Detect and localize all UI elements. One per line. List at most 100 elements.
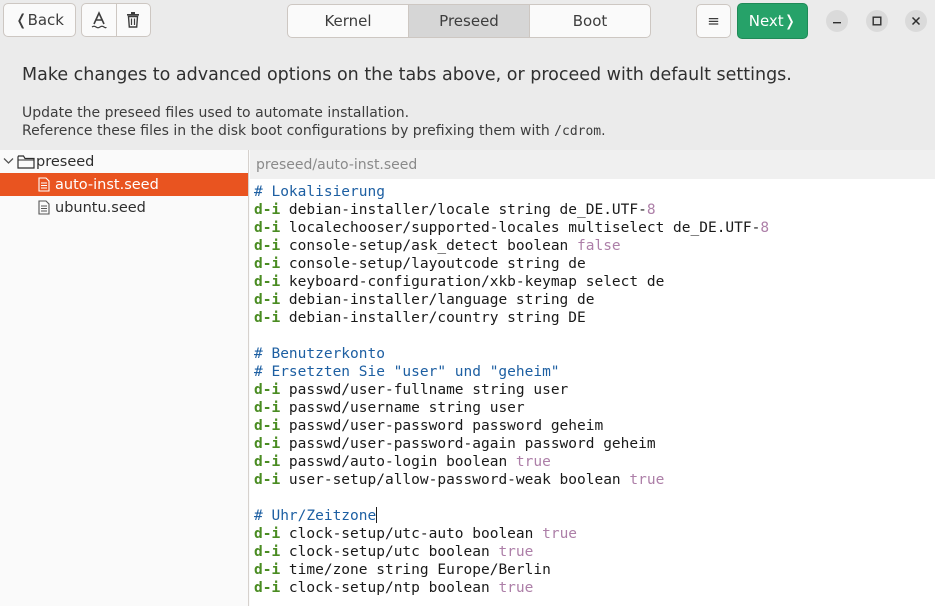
back-button[interactable]: ❬Back (3, 3, 76, 37)
tree-file-label: auto-inst.seed (55, 176, 159, 193)
tree-folder-label: preseed (36, 153, 95, 170)
code-text: clock-setup/ntp boolean (280, 580, 499, 596)
code-keyword: d-i (254, 418, 281, 434)
code-text: clock-setup/utc boolean (280, 544, 499, 560)
back-label: ❬Back (15, 11, 64, 29)
code-line: d-i keyboard-configuration/xkb-keymap se… (254, 273, 769, 291)
code-literal: false (577, 238, 621, 254)
code-text: localechooser/supported-locales multisel… (280, 220, 761, 236)
code-line: # Lokalisierung (254, 183, 769, 201)
code-text: console-setup/layoutcode string de (280, 256, 586, 272)
code-keyword: d-i (254, 292, 281, 308)
code-comment: # Benutzerkonto (254, 346, 385, 362)
code-text: passwd/user-password-again password gehe… (280, 436, 656, 452)
code-text: passwd/auto-login boolean (280, 454, 516, 470)
code-line: d-i user-setup/allow-password-weak boole… (254, 471, 769, 489)
info-panel: Make changes to advanced options on the … (0, 42, 935, 150)
code-keyword: d-i (254, 562, 281, 578)
header-bar: ❬Back Kernel Preseed Boot ≡ Next❭ (0, 0, 935, 42)
editor-text-area[interactable]: # Lokalisierung d-i debian-installer/loca… (254, 183, 769, 597)
code-line: d-i debian-installer/country string DE (254, 309, 769, 327)
code-line: # Ersetzten Sie "user" und "geheim" (254, 363, 769, 381)
text-cursor (376, 507, 378, 523)
delete-button[interactable] (115, 4, 150, 36)
code-text: clock-setup/utc-auto boolean (280, 526, 543, 542)
next-label: Next❭ (748, 12, 797, 30)
code-line: d-i time/zone string Europe/Berlin (254, 561, 769, 579)
code-text: debian-installer/country string DE (280, 310, 586, 326)
code-text: passwd/user-password password geheim (280, 418, 604, 434)
code-text: passwd/username string user (280, 400, 525, 416)
description-line-2-text: Reference these files in the disk boot c… (22, 123, 555, 139)
seed-editor[interactable]: preseed/auto-inst.seed # Lokalisierung d-… (250, 150, 935, 606)
description-line-2-end: . (601, 123, 606, 139)
hamburger-icon: ≡ (707, 12, 720, 30)
code-text: time/zone string Europe/Berlin (280, 562, 551, 578)
code-literal: true (629, 472, 665, 488)
code-text: user-setup/allow-password-weak boolean (280, 472, 630, 488)
code-comment: # Lokalisierung (254, 184, 385, 200)
code-keyword: d-i (254, 436, 281, 452)
description-line-2: Reference these files in the disk boot c… (22, 123, 606, 139)
code-text: debian-installer/locale string de_DE.UTF… (280, 202, 647, 218)
close-icon (911, 16, 921, 26)
trash-icon (127, 12, 140, 28)
tree-file-ubuntu[interactable]: ubuntu.seed (0, 196, 248, 219)
code-keyword: d-i (254, 310, 281, 326)
description-line-1: Update the preseed files used to automat… (22, 105, 410, 121)
close-button[interactable] (905, 10, 927, 32)
cdrom-path: /cdrom (554, 124, 602, 139)
tab-preseed[interactable]: Preseed (408, 5, 529, 37)
code-line: d-i debian-installer/locale string de_DE… (254, 201, 769, 219)
code-keyword: d-i (254, 220, 281, 236)
file-tree: preseed auto-inst.seed ubuntu.seed (0, 150, 249, 606)
minimize-button[interactable] (826, 10, 848, 32)
file-icon (38, 200, 50, 215)
code-keyword: d-i (254, 454, 281, 470)
page-headline: Make changes to advanced options on the … (22, 65, 792, 85)
folder-icon (17, 154, 35, 169)
menu-button[interactable]: ≡ (696, 4, 731, 38)
tab-boot[interactable]: Boot (529, 5, 650, 37)
chevron-down-icon[interactable] (3, 155, 17, 168)
code-keyword: d-i (254, 400, 281, 416)
code-keyword: d-i (254, 526, 281, 542)
code-literal: true (498, 544, 534, 560)
code-text: console-setup/ask_detect boolean (280, 238, 578, 254)
editor-file-path: preseed/auto-inst.seed (250, 150, 935, 179)
code-literal: true (515, 454, 551, 470)
code-keyword: d-i (254, 580, 281, 596)
code-keyword: d-i (254, 382, 281, 398)
code-line: d-i passwd/user-fullname string user (254, 381, 769, 399)
code-line: # Benutzerkonto (254, 345, 769, 363)
tab-preseed-label: Preseed (439, 12, 499, 30)
code-line: d-i console-setup/ask_detect boolean fal… (254, 237, 769, 255)
file-icon (38, 177, 50, 192)
code-keyword: d-i (254, 202, 281, 218)
code-keyword: d-i (254, 238, 281, 254)
code-literal: 8 (760, 220, 770, 236)
code-comment: # Ersetzten Sie "user" und "geheim" (254, 364, 560, 380)
code-literal: true (542, 526, 578, 542)
tree-file-label: ubuntu.seed (55, 199, 146, 216)
tab-kernel[interactable]: Kernel (288, 5, 408, 37)
code-line: d-i clock-setup/utc boolean true (254, 543, 769, 561)
code-keyword: d-i (254, 544, 281, 560)
rename-button[interactable] (82, 4, 116, 36)
maximize-button[interactable] (866, 10, 888, 32)
code-line: d-i passwd/username string user (254, 399, 769, 417)
code-line: # Uhr/Zeitzone (254, 507, 769, 525)
next-button[interactable]: Next❭ (737, 3, 808, 39)
edit-button-group (81, 3, 151, 37)
code-literal: true (498, 580, 534, 596)
tree-file-auto-inst[interactable]: auto-inst.seed (0, 173, 248, 196)
code-line: d-i passwd/user-password password geheim (254, 417, 769, 435)
code-keyword: d-i (254, 256, 281, 272)
code-line: d-i clock-setup/ntp boolean true (254, 579, 769, 597)
code-text: keyboard-configuration/xkb-keymap select… (280, 274, 665, 290)
tree-folder-preseed[interactable]: preseed (0, 150, 248, 173)
code-keyword: d-i (254, 274, 281, 290)
code-line: d-i clock-setup/utc-auto boolean true (254, 525, 769, 543)
code-text: passwd/user-fullname string user (280, 382, 569, 398)
